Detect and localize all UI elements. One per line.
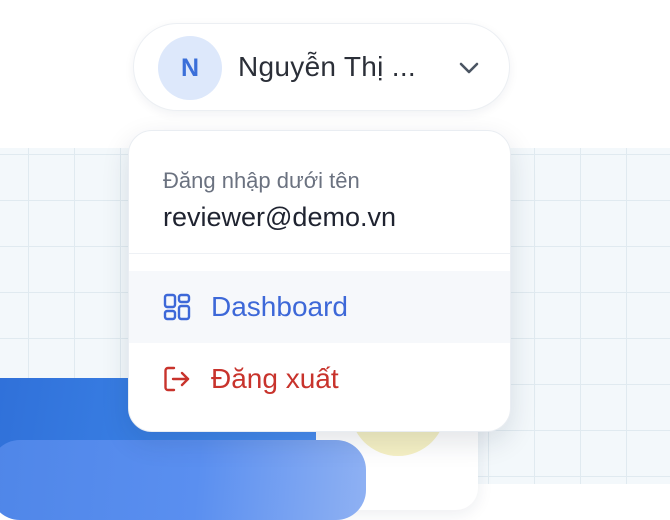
chevron-down-icon <box>459 62 479 74</box>
menu-divider <box>129 253 510 254</box>
logout-icon <box>164 366 190 392</box>
menu-item-dashboard[interactable]: Dashboard <box>129 271 510 343</box>
user-dropdown-menu: Đăng nhập dưới tên reviewer@demo.vn Dash… <box>128 130 511 432</box>
dashboard-grid-icon <box>163 293 191 321</box>
menu-item-logout[interactable]: Đăng xuất <box>129 343 510 415</box>
menu-item-label: Dashboard <box>211 291 348 322</box>
user-display-name: Nguyễn Thị ... <box>238 51 416 82</box>
menu-item-label: Đăng xuất <box>211 363 339 394</box>
avatar: N <box>158 36 222 100</box>
user-menu-button[interactable]: N Nguyễn Thị ... <box>133 23 510 111</box>
signed-in-label: Đăng nhập dưới tên <box>163 168 360 193</box>
background-blue-card-secondary <box>0 440 366 520</box>
signed-in-email: reviewer@demo.vn <box>163 202 396 232</box>
